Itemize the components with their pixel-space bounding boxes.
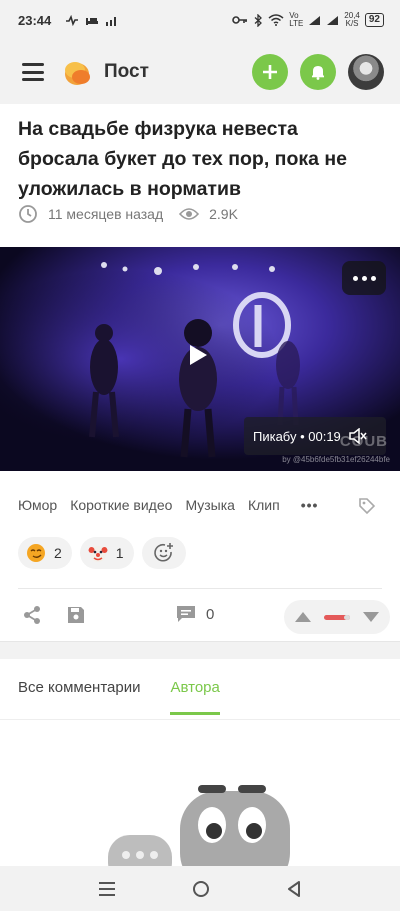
battery-indicator: 92: [364, 13, 384, 27]
key-icon: [232, 16, 248, 24]
tag[interactable]: Короткие видео: [70, 497, 172, 513]
app-bar: Пост: [0, 40, 400, 104]
bed-icon: [86, 17, 99, 25]
clown-emoji-icon: [88, 546, 108, 562]
comments-button[interactable]: 0: [176, 605, 214, 623]
net-speed: 20,4 K/S: [344, 11, 360, 28]
reaction-count: 2: [54, 545, 62, 561]
volte-indicator: Vo LTE: [289, 11, 304, 28]
reaction-smirk[interactable]: 2: [18, 537, 72, 569]
status-time: 23:44: [18, 12, 52, 28]
video-player[interactable]: Пикабу • 00:19 COUB by @45b6fde5fb31ef26…: [0, 247, 400, 471]
home-icon[interactable]: [192, 880, 210, 898]
wifi-icon: [268, 14, 284, 26]
user-avatar[interactable]: [348, 54, 384, 90]
vote-control: [284, 600, 390, 634]
signal-bars-icon: [106, 16, 117, 26]
pikabu-logo-icon[interactable]: [62, 57, 92, 87]
bell-icon: [312, 66, 324, 80]
system-nav-bar: [0, 866, 400, 911]
menu-icon[interactable]: [22, 63, 44, 81]
share-icon[interactable]: [22, 605, 42, 625]
add-emoji-icon: [153, 543, 173, 562]
page-title: Пост: [104, 61, 149, 82]
cell-signal-2-icon: [327, 15, 339, 25]
tags-more-button[interactable]: •••: [301, 497, 319, 513]
tag[interactable]: Музыка: [185, 497, 235, 513]
save-icon[interactable]: [66, 605, 86, 625]
plus-icon: [263, 65, 277, 79]
tabs-divider: [0, 719, 400, 720]
heartbeat-icon: [66, 14, 79, 26]
tag[interactable]: Юмор: [18, 497, 57, 513]
reaction-count: 1: [115, 545, 124, 561]
post-tags: Юмор Короткие видео Музыка Клип •••: [18, 497, 318, 513]
play-icon[interactable]: [186, 343, 210, 367]
rating-bar: [324, 614, 350, 620]
back-icon[interactable]: [286, 880, 302, 898]
video-source-label: Пикабу • 00:19: [253, 428, 341, 444]
tab-all-comments[interactable]: Все комментарии: [18, 679, 140, 696]
post-meta: 11 месяцев назад 2.9K: [18, 204, 238, 224]
empty-comments-mascot: [108, 785, 290, 875]
notifications-button[interactable]: [300, 54, 336, 90]
video-more-button[interactable]: [342, 261, 386, 295]
eye-icon: [179, 208, 200, 220]
clock-icon: [19, 205, 37, 223]
bluetooth-icon: [254, 13, 263, 27]
smirk-emoji-icon: [27, 544, 45, 562]
divider: [18, 588, 382, 589]
post-card: На свадьбе физрука невеста бросала букет…: [0, 104, 400, 642]
reaction-clown[interactable]: 1: [79, 537, 134, 569]
reactions-row: 2 1: [18, 537, 186, 569]
tag-icon[interactable]: [358, 497, 376, 515]
downvote-icon[interactable]: [362, 611, 380, 623]
comment-tabs: Все комментарии Автора: [18, 679, 221, 715]
tab-author-comments[interactable]: Автора: [170, 679, 221, 715]
cell-signal-icon: [309, 15, 321, 25]
recent-apps-icon[interactable]: [98, 881, 116, 897]
add-reaction-button[interactable]: [141, 537, 186, 569]
upvote-icon[interactable]: [294, 611, 312, 623]
comments-count: 0: [206, 605, 215, 623]
post-actions: 0: [0, 591, 400, 639]
post-title[interactable]: На свадьбе физрука невеста бросала букет…: [18, 114, 378, 204]
status-bar: 23:44 Vo LTE 20,4 K/S 92: [0, 0, 400, 40]
comment-icon: [177, 606, 195, 622]
tag[interactable]: Клип: [248, 497, 280, 513]
post-views: 2.9K: [209, 206, 238, 222]
post-time: 11 месяцев назад: [48, 206, 164, 222]
add-post-button[interactable]: [252, 54, 288, 90]
coub-author: by @45b6fde5fb31ef26244bfe: [282, 455, 390, 464]
coub-watermark: COUB: [339, 433, 388, 450]
